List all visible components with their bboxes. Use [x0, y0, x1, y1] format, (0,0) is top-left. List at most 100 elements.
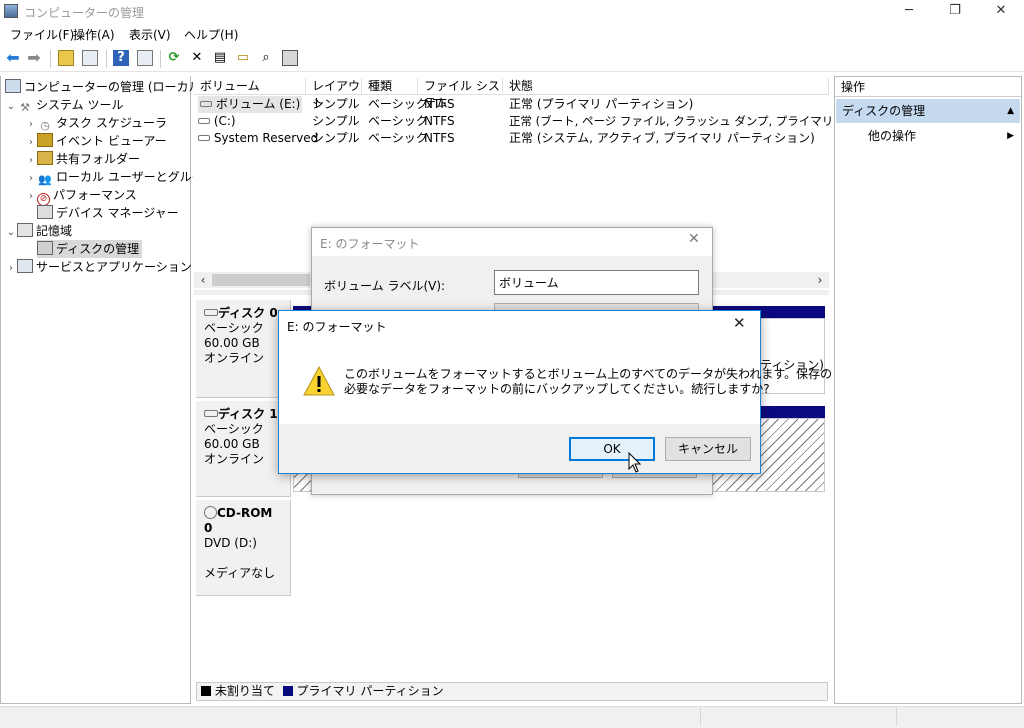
tree-label: イベント ビューアー [56, 134, 167, 148]
tree-item-performance[interactable]: › ⊘ パフォーマンス [1, 186, 190, 206]
column-header-volume[interactable]: ボリューム [194, 78, 306, 95]
toolbar-separator [106, 50, 107, 68]
disk-properties-icon[interactable] [282, 50, 298, 66]
table-row[interactable]: System Reserved シンプル ベーシック NTFS 正常 (システム… [194, 130, 829, 147]
delete-icon[interactable]: ✕ [189, 50, 205, 66]
submenu-arrow-icon: ▶ [1007, 131, 1014, 141]
properties-icon[interactable]: ▤ [212, 50, 228, 66]
column-header-filesystem[interactable]: ファイル システム [418, 78, 503, 110]
tree-item-device-manager[interactable]: デバイス マネージャー [1, 204, 190, 222]
minimize-button[interactable]: ─ [886, 0, 932, 24]
show-hide-tree-icon[interactable] [82, 50, 98, 66]
open-folder-icon[interactable]: ▭ [235, 50, 251, 66]
actions-header: 操作 [835, 77, 1021, 97]
menu-help[interactable]: ヘルプ(H) [184, 26, 238, 43]
services-icon [17, 259, 33, 273]
disk-size: 60.00 GB [204, 336, 260, 350]
tree-label: ローカル ユーザーとグループ [56, 170, 215, 184]
close-button[interactable]: ✕ [978, 0, 1024, 24]
computer-management-icon [4, 4, 18, 18]
toolbar [0, 44, 1024, 72]
volume-filesystem: NTFS [424, 97, 455, 111]
column-header-status[interactable]: 状態 [503, 78, 829, 95]
disk-0-info[interactable]: ディスク 0 ベーシック 60.00 GB オンライン [196, 300, 291, 398]
warning-icon [303, 365, 335, 396]
tree-item-event-viewer[interactable]: › イベント ビューアー [1, 132, 190, 150]
disk-1-info[interactable]: ディスク 1 ベーシック 60.00 GB オンライン [196, 401, 291, 497]
confirm-dialog-title: E: のフォーマット [287, 320, 387, 334]
chevron-down-icon[interactable]: ⌄ [5, 98, 17, 116]
tree-item-system-tools[interactable]: ⌄ ⚒ システム ツール [1, 96, 190, 114]
confirm-message-line: 必要なデータをフォーマットの前にバックアップしてください。続行しますか? [344, 382, 770, 396]
back-arrow-icon[interactable]: ⬅ [5, 50, 21, 66]
actions-section-disk-management[interactable]: ディスクの管理 ▲ [836, 99, 1020, 123]
refresh-icon[interactable]: ⟳ [166, 50, 182, 66]
column-header-layout[interactable]: レイアウト [306, 78, 362, 110]
disk-name: ディスク 1 [218, 407, 278, 421]
tree-item-task-scheduler[interactable]: › ◷ タスク スケジューラ [1, 114, 190, 132]
confirm-close-icon[interactable]: ✕ [733, 314, 746, 332]
forward-arrow-icon[interactable]: ➡ [26, 50, 42, 66]
action-pane-icon[interactable] [137, 50, 153, 66]
ok-button[interactable]: OK [569, 437, 655, 461]
disk-management-icon [37, 241, 53, 255]
legend-primary: プライマリ パーティション [296, 684, 444, 698]
chevron-down-icon[interactable]: ⌄ [5, 224, 17, 242]
volume-label-input[interactable]: ボリューム [494, 270, 699, 295]
volume-name: System Reserved [213, 131, 319, 145]
disk-name: ディスク 0 [218, 306, 278, 320]
disk-status: オンライン [204, 351, 265, 365]
legend: 未割り当て プライマリ パーティション [196, 682, 828, 701]
menu-view[interactable]: 表示(V) [129, 26, 171, 43]
menu-action[interactable]: 操作(A) [73, 26, 115, 43]
up-folder-icon[interactable] [58, 50, 74, 66]
unallocated-swatch [201, 686, 211, 696]
status-divider [896, 708, 897, 726]
collapse-arrow-icon[interactable]: ▲ [1007, 99, 1014, 123]
confirm-message-line: このボリュームをフォーマットするとボリューム上のすべてのデータが失われます。保存… [344, 367, 833, 381]
volume-name: ボリューム (E:) [215, 97, 301, 111]
disk-type: ベーシック [204, 321, 264, 335]
search-icon[interactable]: ⌕ [258, 50, 274, 66]
primary-swatch [282, 686, 293, 696]
table-row[interactable]: ボリューム (E:) シンプル ベーシック NTFS 正常 (プライマリ パーテ… [194, 96, 829, 113]
scroll-right-icon[interactable]: › [813, 272, 827, 288]
toolbar-separator [160, 50, 161, 68]
tree-item-root[interactable]: コンピューターの管理 (ローカル) [1, 78, 205, 96]
format-close-icon[interactable]: ✕ [688, 231, 700, 247]
column-header-type[interactable]: 種類 [362, 78, 418, 95]
scroll-left-icon[interactable]: ‹ [196, 272, 210, 288]
tree-item-services[interactable]: › サービスとアプリケーション [1, 258, 192, 278]
scrollbar-thumb[interactable] [212, 274, 310, 286]
help-icon[interactable]: ? [113, 50, 129, 66]
tree-item-local-users[interactable]: › 👥 ローカル ユーザーとグループ [1, 168, 215, 186]
tree-item-disk-management[interactable]: ディスクの管理 [1, 240, 190, 258]
window-title: コンピューターの管理 [24, 6, 145, 20]
volume-icon [200, 101, 212, 107]
cancel-button[interactable]: キャンセル [665, 437, 751, 461]
tree-item-shared-folders[interactable]: › 共有フォルダー [1, 150, 190, 168]
event-viewer-icon [37, 133, 53, 147]
menu-file[interactable]: ファイル(F) [10, 26, 74, 43]
volume-status: 正常 (プライマリ パーティション) [509, 97, 694, 111]
chevron-right-icon[interactable]: › [25, 188, 37, 206]
users-icon: 👥 [38, 173, 52, 186]
actions-other-operations[interactable]: 他の操作 ▶ [836, 126, 1020, 146]
section-label: ディスクの管理 [842, 104, 926, 118]
volume-type: ベーシック [368, 114, 428, 128]
tree-label: サービスとアプリケーション [36, 260, 192, 274]
chevron-right-icon[interactable]: › [5, 260, 17, 278]
table-row[interactable]: (C:) シンプル ベーシック NTFS 正常 (ブート, ページ ファイル, … [194, 113, 921, 130]
tree-label: タスク スケジューラ [56, 116, 167, 130]
cdrom-0-info[interactable]: CD-ROM 0 DVD (D:) メディアなし [196, 500, 291, 596]
volume-filesystem: NTFS [424, 114, 455, 128]
volume-type: ベーシック [368, 131, 428, 145]
storage-icon [17, 223, 33, 237]
maximize-button[interactable]: ❐ [932, 0, 978, 24]
toolbar-separator [50, 50, 51, 68]
tree-item-storage[interactable]: ⌄ 記憶域 [1, 222, 190, 240]
tree-label: システム ツール [36, 98, 124, 112]
shared-folder-icon [37, 151, 53, 165]
format-dialog-title: E: のフォーマット [320, 237, 420, 251]
volume-filesystem: NTFS [424, 131, 455, 145]
